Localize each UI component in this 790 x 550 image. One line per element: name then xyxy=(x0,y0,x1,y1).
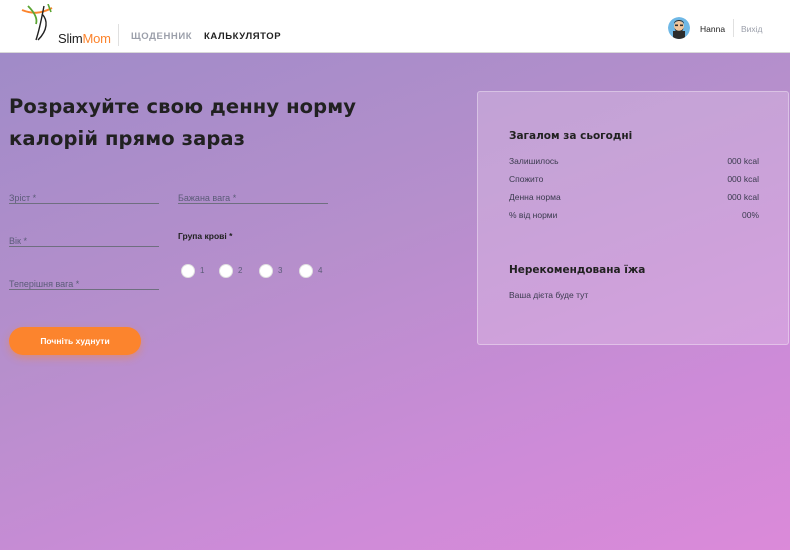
header-divider xyxy=(118,24,119,46)
logo-text-main: Slim xyxy=(58,31,83,46)
current-weight-field xyxy=(9,272,159,292)
blood-group-radios: 1 2 3 4 xyxy=(181,264,331,280)
user-avatar-icon[interactable] xyxy=(668,17,690,39)
summary-row-label: Залишилось xyxy=(509,156,559,166)
summary-row-value: 000 kcal xyxy=(727,192,759,202)
radio-label: 4 xyxy=(318,266,323,275)
radio-label: 1 xyxy=(200,266,205,275)
main-area: Розрахуйте свою денну норму калорій прям… xyxy=(0,53,790,550)
summary-row-label: Денна норма xyxy=(509,192,561,202)
current-weight-input[interactable] xyxy=(9,276,159,292)
nav-diary-link[interactable]: ЩОДЕННИК xyxy=(131,31,192,42)
page-title: Розрахуйте свою денну норму калорій прям… xyxy=(9,95,357,150)
blood-group-label: Група крові * xyxy=(178,231,233,241)
summary-row-value: 000 kcal xyxy=(727,156,759,166)
blood-group-radio-1[interactable]: 1 xyxy=(181,264,221,280)
desired-weight-input[interactable] xyxy=(178,190,328,206)
summary-row-consumed: Спожито 000 kcal xyxy=(509,174,759,186)
height-input[interactable] xyxy=(9,190,159,206)
height-field xyxy=(9,186,159,206)
radio-label: 2 xyxy=(238,266,243,275)
summary-row-value: 00% xyxy=(741,210,759,220)
radio-label: 3 xyxy=(278,266,283,275)
logo-text-accent: Mom xyxy=(82,31,111,46)
summary-row-label: Спожито xyxy=(509,174,544,184)
summary-title: Загалом за сьогодні xyxy=(509,130,633,142)
logo[interactable]: SlimMom xyxy=(18,4,111,46)
radio-circle[interactable] xyxy=(299,264,313,278)
logo-text: SlimMom xyxy=(58,31,111,46)
summary-row-value: 000 kcal xyxy=(727,174,759,184)
blood-group-radio-3[interactable]: 3 xyxy=(259,264,299,280)
age-field xyxy=(9,229,159,249)
blood-group-radio-2[interactable]: 2 xyxy=(219,264,259,280)
desired-weight-field xyxy=(178,186,328,206)
header: SlimMom ЩОДЕННИК КАЛЬКУЛЯТОР Hanna Вихід xyxy=(0,0,790,53)
start-losing-weight-button[interactable]: Почніть худнути xyxy=(9,327,141,355)
summary-row-percent: % від норми 00% xyxy=(509,210,759,222)
diet-placeholder-text: Ваша дієта буде тут xyxy=(509,290,589,300)
radio-circle[interactable] xyxy=(259,264,273,278)
user-divider xyxy=(733,19,734,37)
summary-panel: Загалом за сьогодні Залишилось 000 kcal … xyxy=(477,91,789,345)
blood-group-radio-4[interactable]: 4 xyxy=(299,264,339,280)
summary-row-daily-norm: Денна норма 000 kcal xyxy=(509,192,759,204)
nav-calculator-link[interactable]: КАЛЬКУЛЯТОР xyxy=(204,31,281,42)
summary-row-label: % від норми xyxy=(509,210,558,220)
summary-row-remaining: Залишилось 000 kcal xyxy=(509,156,759,168)
radio-circle[interactable] xyxy=(219,264,233,278)
user-name: Hanna xyxy=(700,24,726,34)
logout-link[interactable]: Вихід xyxy=(741,24,763,34)
not-recommended-food-title: Нерекомендована їжа xyxy=(509,264,646,276)
radio-circle[interactable] xyxy=(181,264,195,278)
age-input[interactable] xyxy=(9,233,159,249)
